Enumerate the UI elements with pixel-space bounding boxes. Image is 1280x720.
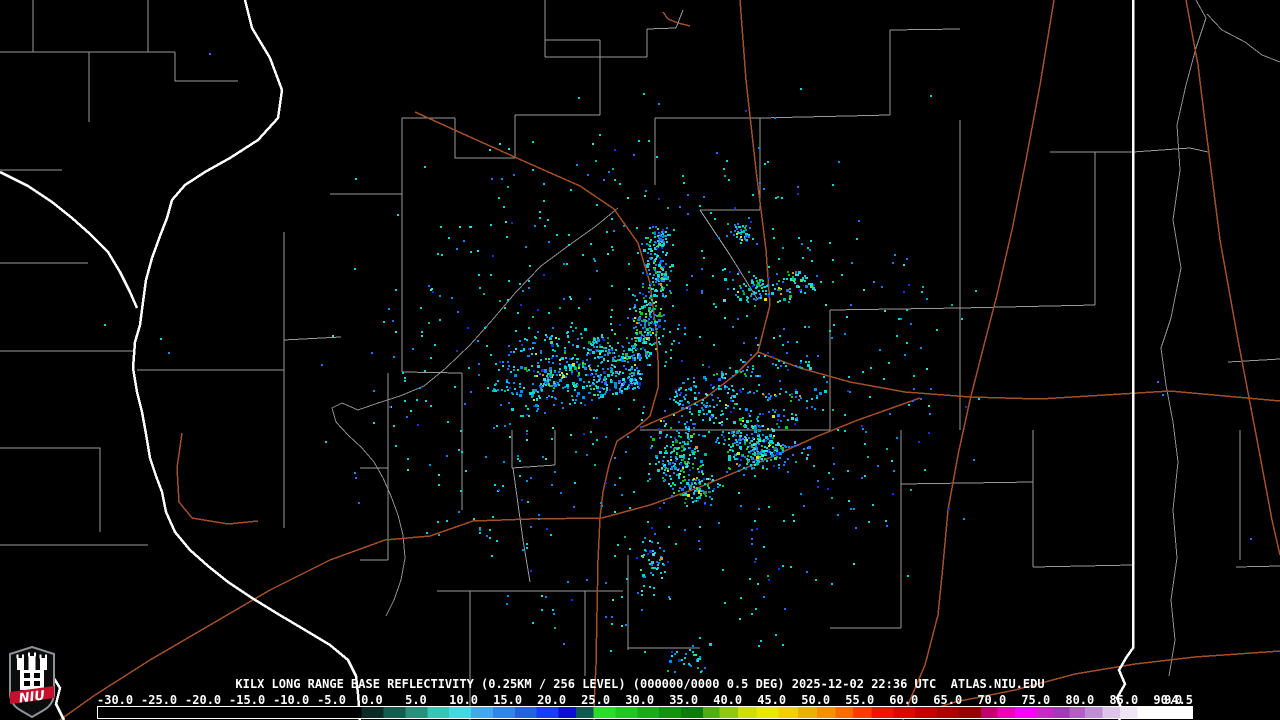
colorbar-tick-label: 45.0 (757, 693, 787, 707)
colorbar-tick-label: 10.0 (449, 693, 479, 707)
colorbar-tick-label: -10.0 (273, 693, 310, 707)
colorbar (97, 706, 1193, 719)
river-lines (331, 0, 1280, 677)
colorbar-tick-label: 55.0 (845, 693, 875, 707)
colorbar-scale-labels: -30.0 -25.0 -20.0 -15.0 -10.0 -5.0 0.0 5.0 10.0 1… (0, 693, 1280, 707)
colorbar-tick-label: 70.0 (977, 693, 1007, 707)
colorbar-tick-label: 80.0 (1065, 693, 1095, 707)
highway-lines (59, 0, 1280, 720)
state-border-and-major-rivers (0, 0, 1135, 720)
colorbar-tick-label: 20.0 (537, 693, 567, 707)
radar-viewer: KILX LONG RANGE BASE REFLECTIVITY (0.25K… (0, 0, 1280, 720)
colorbar-tick-label: 25.0 (581, 693, 611, 707)
colorbar-tick-label: 35.0 (669, 693, 699, 707)
colorbar-tick-label: 50.0 (801, 693, 831, 707)
colorbar-tick-label: 5.0 (405, 693, 427, 707)
colorbar-tick-label: 75.0 (1021, 693, 1051, 707)
colorbar-tick-label: -15.0 (229, 693, 266, 707)
colorbar-tick-label: 15.0 (493, 693, 523, 707)
product-title: KILX LONG RANGE BASE REFLECTIVITY (0.25K… (235, 677, 1045, 691)
colorbar-tick-label: -20.0 (185, 693, 222, 707)
colorbar-tick-label: 60.0 (889, 693, 919, 707)
colorbar-tick-label: 65.0 (933, 693, 963, 707)
colorbar-tick-label: -25.0 (141, 693, 178, 707)
colorbar-tick-label: 85.0 (1109, 693, 1139, 707)
reflectivity-echoes (104, 53, 1252, 673)
colorbar-tick-label: 30.0 (625, 693, 655, 707)
colorbar-tick-label: 94.5 (1164, 693, 1193, 707)
colorbar-tick-label: -5.0 (317, 693, 346, 707)
colorbar-tick-label: -30.0 (97, 693, 134, 707)
niu-logo: NIU (9, 646, 55, 718)
colorbar-tick-label: 40.0 (713, 693, 743, 707)
radar-map (0, 0, 1280, 720)
castle-icon (16, 652, 47, 690)
colorbar-tick-label: 0.0 (361, 693, 383, 707)
